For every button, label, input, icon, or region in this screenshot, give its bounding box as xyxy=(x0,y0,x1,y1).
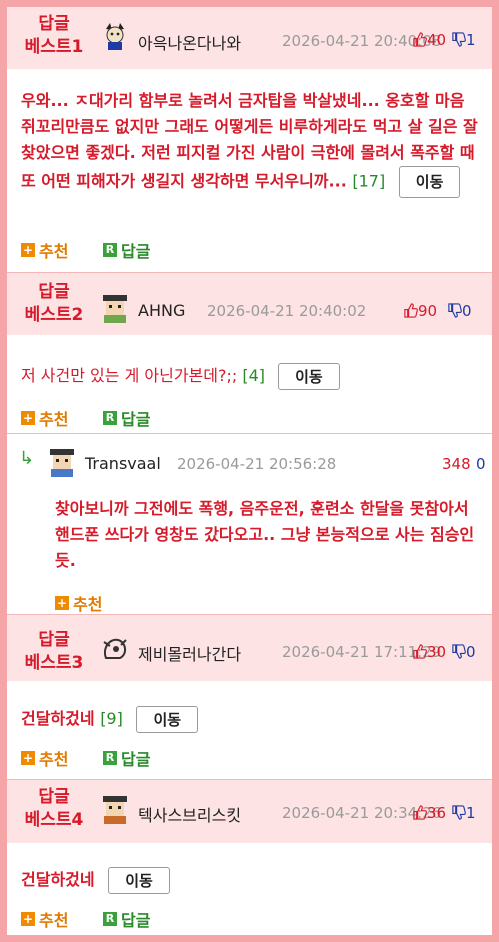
reply-count: [9] xyxy=(100,709,123,728)
nickname[interactable]: 텍사스브리스킷 xyxy=(138,802,241,826)
nickname[interactable]: Transvaal xyxy=(85,454,161,473)
thumbs-down-icon xyxy=(452,644,466,659)
best-badge: 답글 베스트2 xyxy=(24,282,84,325)
recommend-button[interactable]: + 추천 xyxy=(21,746,68,770)
upvote-count[interactable]: 90 xyxy=(403,302,437,320)
downvote-count[interactable]: 1 xyxy=(451,804,476,822)
avatar[interactable] xyxy=(100,293,130,323)
reply-icon: R xyxy=(103,243,117,257)
avatar[interactable] xyxy=(47,447,77,477)
plus-icon: + xyxy=(21,751,35,765)
recommend-button[interactable]: + 추천 xyxy=(21,907,68,931)
thumbs-up-icon xyxy=(413,644,427,659)
comment-body: 건달하겄네 이동 xyxy=(21,866,170,894)
reply-arrow-icon: ↳ xyxy=(19,448,35,469)
comment-datetime: 2026-04-21 20:56:28 xyxy=(177,455,337,473)
reply-icon: R xyxy=(103,751,117,765)
best-comment-1: 답글 베스트1 아윽나온다나와 2026-04-21 20:40:08 40 1… xyxy=(7,7,492,272)
thumbs-down-icon xyxy=(448,303,462,318)
recommend-button[interactable]: + 추천 xyxy=(55,591,102,615)
best-comment-2: 답글 베스트2 AHNG 2026-04-21 20:40:02 90 0 저 … xyxy=(7,273,492,433)
reply-button[interactable]: R 답글 xyxy=(103,406,150,430)
reply-button[interactable]: R 답글 xyxy=(103,907,150,931)
downvote-count[interactable]: 0 xyxy=(447,302,472,320)
plus-icon: + xyxy=(21,411,35,425)
thumbs-up-icon xyxy=(413,32,427,47)
move-button[interactable]: 이동 xyxy=(278,363,340,390)
best-comment-4: 답글 베스트4 텍사스브리스킷 2026-04-21 20:34:26 36 1… xyxy=(7,780,492,935)
upvote-count[interactable]: 36 xyxy=(412,804,446,822)
comment-body: 우와... ㅈ대가리 함부로 놀려서 금자탑을 박살냈네... 옹호할 마음 쥐… xyxy=(21,88,481,198)
move-button[interactable]: 이동 xyxy=(398,166,461,198)
reply-icon: R xyxy=(103,411,117,425)
thumbs-down-icon xyxy=(452,32,466,47)
comment-list: 답글 베스트1 아윽나온다나와 2026-04-21 20:40:08 40 1… xyxy=(7,7,492,935)
reply-button[interactable]: R 답글 xyxy=(103,746,150,770)
nickname[interactable]: 아윽나온다나와 xyxy=(138,30,241,54)
reply-count: [4] xyxy=(242,366,266,385)
comment-body: 찾아보니까 그전에도 폭행, 음주운전, 훈련소 한달을 못참아서 핸드폰 쓰다… xyxy=(55,499,475,570)
best-badge: 답글 베스트4 xyxy=(24,787,84,830)
avatar[interactable] xyxy=(100,21,130,51)
thumbs-up-icon xyxy=(404,303,418,318)
thumbs-up-icon xyxy=(413,805,427,820)
avatar[interactable] xyxy=(100,794,130,824)
plus-icon: + xyxy=(21,912,35,926)
reply-button[interactable]: R 답글 xyxy=(103,238,150,262)
comment-datetime: 2026-04-21 20:40:02 xyxy=(207,302,367,320)
comment-body: 저 사건만 있는 게 아닌가본데?;; [4] 이동 xyxy=(21,362,340,390)
plus-icon: + xyxy=(21,243,35,257)
best-badge: 답글 베스트1 xyxy=(24,14,84,57)
reply-count: [17] xyxy=(352,171,386,191)
upvote-count[interactable]: 348 xyxy=(442,455,471,473)
downvote-count[interactable]: 0 xyxy=(476,455,486,473)
best-comment-3: 답글 베스트3 제비몰러나간다 2026-04-21 17:11:29 30 0… xyxy=(7,615,492,779)
thumbs-down-icon xyxy=(452,805,466,820)
recommend-button[interactable]: + 추천 xyxy=(21,238,68,262)
avatar[interactable] xyxy=(100,634,130,664)
recommend-button[interactable]: + 추천 xyxy=(21,406,68,430)
nickname[interactable]: 제비몰러나간다 xyxy=(138,641,241,665)
move-button[interactable]: 이동 xyxy=(136,706,199,733)
nickname[interactable]: AHNG xyxy=(138,301,185,320)
upvote-count[interactable]: 40 xyxy=(412,31,446,49)
downvote-count[interactable]: 1 xyxy=(451,31,476,49)
reply-comment: ↳ Transvaal 2026-04-21 20:56:28 348 0 찾아… xyxy=(7,434,492,614)
downvote-count[interactable]: 0 xyxy=(451,643,476,661)
plus-icon: + xyxy=(55,596,69,610)
reply-icon: R xyxy=(103,912,117,926)
comment-body: 건달하겄네 [9] 이동 xyxy=(21,705,199,733)
best-badge: 답글 베스트3 xyxy=(24,630,84,673)
upvote-count[interactable]: 30 xyxy=(412,643,446,661)
move-button[interactable]: 이동 xyxy=(108,867,170,894)
